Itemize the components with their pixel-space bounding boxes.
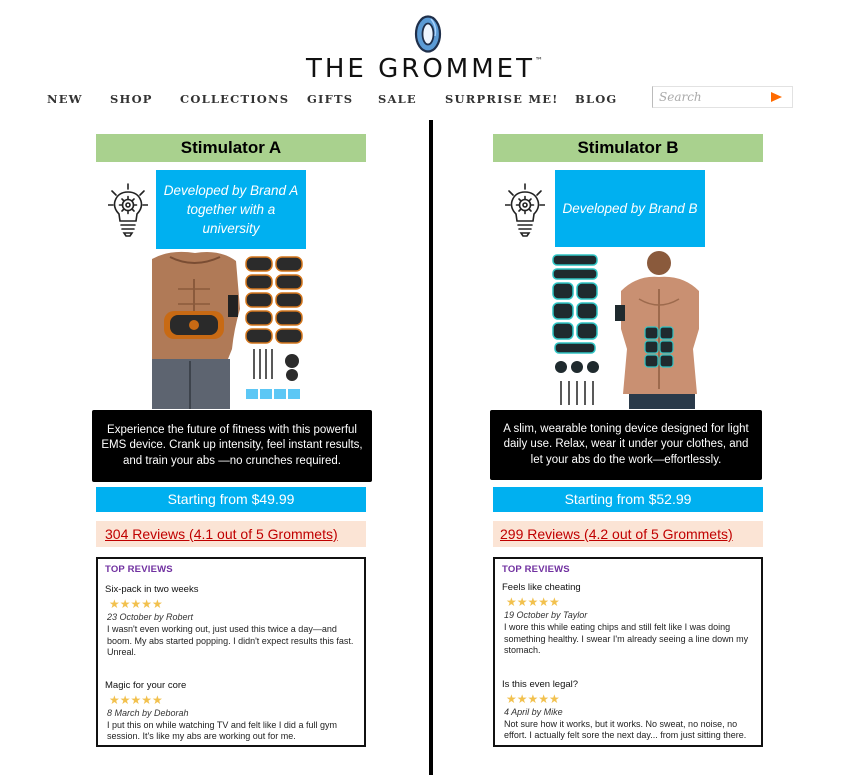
review-headline: Feels like cheating	[502, 582, 581, 593]
review-byline: 4 April by Mike	[504, 706, 563, 717]
product-title: Stimulator B	[493, 134, 763, 162]
nav-item-new[interactable]: NEW	[47, 92, 83, 106]
column-divider	[429, 120, 433, 775]
product-description: Experience the future of fitness with th…	[92, 410, 372, 482]
review-item: Magic for your core ★★★★★ 8 March by Deb…	[105, 680, 357, 743]
top-reviews-title: TOP REVIEWS	[502, 564, 570, 575]
review-text: Not sure how it works, but it works. No …	[504, 718, 747, 741]
review-text: I put this on while watching TV and felt…	[107, 719, 337, 742]
price-banner: Starting from $52.99	[493, 487, 763, 512]
product-column-b: Stimulator B Developed by Brand B A slim…	[487, 0, 767, 775]
review-text: I wasn't even working out, just used thi…	[107, 624, 354, 657]
price-banner: Starting from $49.99	[96, 487, 366, 512]
search-arrow-icon[interactable]	[771, 92, 782, 102]
review-item: Is this even legal? ★★★★★ 4 April by Mik…	[502, 679, 754, 742]
top-reviews-box: TOP REVIEWS Feels like cheating ★★★★★ 19…	[493, 557, 763, 747]
grommet-logo-icon	[414, 15, 442, 53]
review-text: I wore this while eating chips and still…	[504, 622, 749, 655]
product-description: A slim, wearable toning device designed …	[490, 410, 762, 480]
top-reviews-box: TOP REVIEWS Six-pack in two weeks ★★★★★ …	[96, 557, 366, 747]
product-image[interactable]	[547, 249, 709, 409]
review-headline: Magic for your core	[105, 679, 187, 691]
review-stars: ★★★★★	[506, 691, 560, 706]
reviews-link[interactable]: 299 Reviews (4.2 out of 5 Grommets)	[493, 521, 763, 547]
nav-item-sale[interactable]: SALE	[378, 92, 417, 106]
developed-by-banner: Developed by Brand A together with a uni…	[156, 170, 306, 249]
reviews-link-text[interactable]: 299 Reviews (4.2 out of 5 Grommets)	[500, 526, 733, 542]
review-stars: ★★★★★	[109, 692, 163, 707]
review-byline: 19 October by Taylor	[504, 610, 588, 620]
review-item: Six-pack in two weeks ★★★★★ 23 October b…	[105, 584, 357, 659]
developed-by-banner: Developed by Brand B	[555, 170, 705, 247]
review-stars: ★★★★★	[506, 595, 560, 609]
review-headline: Six-pack in two weeks	[105, 584, 199, 595]
review-item: Feels like cheating ★★★★★ 19 October by …	[502, 582, 754, 657]
reviews-link[interactable]: 304 Reviews (4.1 out of 5 Grommets)	[96, 521, 366, 547]
product-title: Stimulator A	[96, 134, 366, 162]
review-headline: Is this even legal?	[502, 678, 579, 690]
reviews-link-text[interactable]: 304 Reviews (4.1 out of 5 Grommets)	[105, 526, 338, 542]
product-column-a: Stimulator A Developed by Brand A togeth…	[90, 0, 372, 775]
review-byline: 8 March by Deborah	[107, 707, 189, 718]
review-stars: ★★★★★	[109, 597, 163, 611]
review-byline: 23 October by Robert	[107, 612, 194, 622]
top-reviews-title: TOP REVIEWS	[105, 564, 173, 575]
lightbulb-gear-icon	[505, 183, 545, 237]
lightbulb-gear-icon	[108, 183, 148, 237]
product-image[interactable]	[150, 249, 312, 409]
